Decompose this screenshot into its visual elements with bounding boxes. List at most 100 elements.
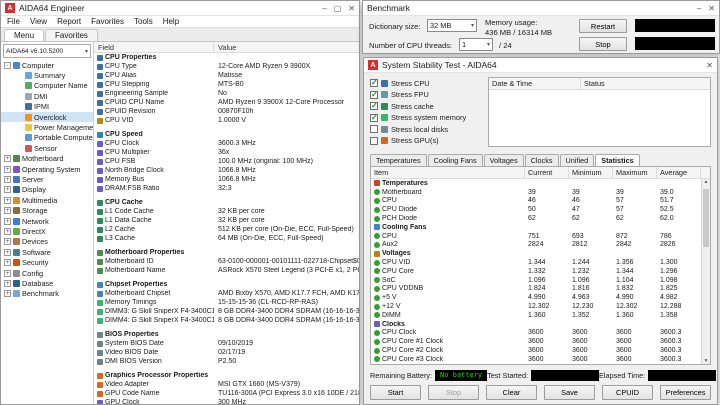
field-row[interactable]: CPU Properties [94, 53, 359, 62]
menu-item[interactable]: View [30, 17, 47, 26]
tree-item[interactable]: + Storage [1, 205, 93, 215]
field-row[interactable]: DRAM:FSB Ratio 32:3 [94, 184, 359, 193]
field-row[interactable]: Video Adapter MSI GTX 1660 (MS-V379) [94, 380, 359, 389]
field-row[interactable]: CPU Alias Matisse [94, 71, 359, 80]
field-row[interactable]: L2 Cache 512 KB per core (On-Die, ECC, F… [94, 225, 359, 234]
tree-item[interactable]: Summary [1, 70, 93, 80]
version-selector[interactable]: AIDA64 v6.10.5200 ▾ [3, 44, 91, 58]
field-row[interactable]: Motherboard Chipset AMD Bixby X570, AMD … [94, 289, 359, 298]
stress-option[interactable]: Stress local disks [370, 124, 482, 134]
tree-expander-icon[interactable]: + [4, 279, 11, 287]
field-row[interactable]: CPUID Revision 00870F10h [94, 107, 359, 116]
restart-button[interactable]: Restart [579, 19, 627, 33]
sst-tab[interactable]: Voltages [483, 154, 524, 166]
stats-row[interactable]: +5 V 4.990 4.963 4.990 4.982 [371, 293, 701, 302]
field-row[interactable]: CPU Type 12-Core AMD Ryzen 9 3900X [94, 62, 359, 71]
stats-row[interactable]: Voltages [371, 249, 701, 258]
tree-item[interactable]: Computer Name [1, 81, 93, 91]
tree-item[interactable]: - Computer [1, 60, 93, 70]
field-row[interactable]: Memory Timings 15-15-15-36 (CL-RCD-RP-RA… [94, 298, 359, 307]
tree-item[interactable]: Power Management [1, 122, 93, 132]
field-row[interactable]: L3 Cache 64 MB (On-Die, ECC, Full-Speed) [94, 234, 359, 243]
tree-expander-icon[interactable]: + [4, 196, 11, 204]
page-tab[interactable]: Menu [4, 29, 45, 41]
stats-row[interactable]: CPU Core 1.332 1.232 1.344 1.296 [371, 267, 701, 276]
field-row[interactable]: DIMM4: G Skill SniperX F4-3400C16-8GSXW … [94, 316, 359, 325]
maximize-icon[interactable]: ▢ [334, 4, 342, 13]
field-row[interactable]: CPU Clock 3600.3 MHz [94, 139, 359, 148]
tree-item[interactable]: + Motherboard [1, 154, 93, 164]
tree-expander-icon[interactable]: + [4, 227, 11, 235]
sst-button[interactable]: CPUID [602, 385, 653, 400]
close-icon[interactable]: ✕ [706, 61, 713, 70]
tree-expander-icon[interactable] [16, 124, 23, 131]
field-row[interactable]: CPU Speed [94, 130, 359, 139]
close-icon[interactable]: ✕ [348, 4, 355, 13]
dictionary-size-select[interactable]: 32 MB ▾ [427, 19, 477, 32]
field-row[interactable]: CPU FSB 100.0 MHz (original: 100 MHz) [94, 157, 359, 166]
tree-expander-icon[interactable] [16, 103, 23, 110]
tree-item[interactable]: + Devices [1, 237, 93, 247]
stress-option[interactable]: Stress cache [370, 101, 482, 111]
tree-expander-icon[interactable]: + [4, 259, 11, 267]
stats-row[interactable]: PCH Diode 62 62 62 62.0 [371, 214, 701, 223]
tree-item[interactable]: + Database [1, 278, 93, 288]
stats-row[interactable]: Temperatures [371, 179, 701, 188]
tree-item[interactable]: + Network [1, 216, 93, 226]
tree-expander-icon[interactable]: - [4, 61, 11, 69]
sst-tab[interactable]: Statistics [595, 154, 640, 166]
field-row[interactable]: System BIOS Date 09/10/2019 [94, 339, 359, 348]
field-row[interactable]: Memory Bus 1066.8 MHz [94, 175, 359, 184]
stats-row[interactable]: CPU Core #1 Clock 3600 3600 3600 3600.3 [371, 337, 701, 346]
tree-item[interactable]: + Benchmark [1, 289, 93, 299]
tree-item[interactable]: Overclock [1, 111, 93, 123]
sst-button[interactable]: Save [544, 385, 595, 400]
sst-tab[interactable]: Cooling Fans [427, 154, 483, 166]
tree-expander-icon[interactable]: + [4, 238, 11, 246]
checkbox-icon[interactable] [370, 125, 378, 134]
tree-expander-icon[interactable]: + [4, 269, 11, 277]
checkbox-icon[interactable] [370, 113, 378, 122]
checkbox-icon[interactable] [370, 90, 378, 99]
stats-row[interactable]: DIMM 1.360 1.352 1.360 1.358 [371, 311, 701, 320]
checkbox-icon[interactable] [370, 101, 378, 111]
field-row[interactable]: GPU Clock 300 MHz [94, 398, 359, 404]
stats-row[interactable]: Motherboard 39 39 39 39.0 [371, 188, 701, 197]
checkbox-icon[interactable] [370, 78, 378, 87]
sst-button[interactable]: Stop [428, 385, 479, 400]
tree-expander-icon[interactable] [16, 134, 23, 141]
stats-row[interactable]: CPU VDDNB 1.824 1.816 1.832 1.825 [371, 285, 701, 294]
field-row[interactable]: L1 Code Cache 32 KB per core [94, 207, 359, 216]
field-row[interactable]: Motherboard Name ASRock X570 Steel Legen… [94, 266, 359, 275]
sst-tab[interactable]: Temperatures [370, 154, 427, 166]
tree-expander-icon[interactable]: + [4, 165, 11, 173]
stats-row[interactable]: CPU VID 1.344 1.244 1.356 1.300 [371, 258, 701, 267]
field-row[interactable]: Engineering Sample No [94, 89, 359, 98]
sst-tab[interactable]: Clocks [524, 154, 559, 166]
tree-expander-icon[interactable] [16, 82, 23, 89]
sst-button[interactable]: Clear [486, 385, 537, 400]
tree-expander-icon[interactable] [16, 114, 23, 121]
tree-expander-icon[interactable]: + [4, 217, 11, 225]
tree-item[interactable]: + Operating System [1, 164, 93, 174]
field-row[interactable]: CPU Cache [94, 198, 359, 207]
field-row[interactable]: CPU Multiplier 36x [94, 148, 359, 157]
close-icon[interactable]: ✕ [708, 4, 715, 13]
stats-row[interactable]: SoC 1.096 1.096 1.104 1.098 [371, 276, 701, 285]
tree-item[interactable]: + Multimedia [1, 195, 93, 205]
field-row[interactable]: L1 Data Cache 32 KB per core [94, 216, 359, 225]
tree-expander-icon[interactable] [16, 93, 23, 100]
stats-row[interactable]: Clocks [371, 320, 701, 329]
stats-row[interactable]: CPU Core #3 Clock 3600 3600 3600 3600.3 [371, 355, 701, 364]
field-row[interactable]: Motherboard Properties [94, 248, 359, 257]
stats-row[interactable]: Cooling Fans [371, 223, 701, 232]
stop-button[interactable]: Stop [579, 37, 627, 51]
checkbox-icon[interactable] [370, 136, 378, 145]
field-row[interactable]: CPU VID 1.0000 V [94, 116, 359, 125]
menu-item[interactable]: Report [57, 17, 81, 26]
scroll-down-icon[interactable]: ▼ [704, 358, 709, 364]
stress-option[interactable]: Stress FPU [370, 90, 482, 100]
sst-button[interactable]: Preferences [660, 385, 711, 400]
tree-expander-icon[interactable] [16, 72, 23, 79]
tree-item[interactable]: Portable Computer [1, 133, 93, 143]
